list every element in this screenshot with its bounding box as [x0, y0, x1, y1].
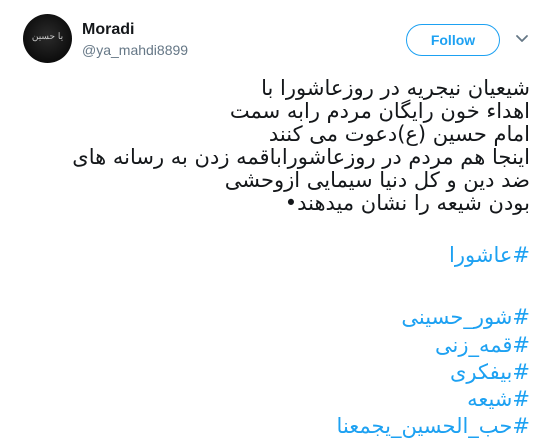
author-handle[interactable]: @ya_mahdi8899	[82, 42, 188, 58]
hashtag-link[interactable]: #حب_الحسین_یجمعنا	[337, 414, 530, 438]
tweet-line: اهداء خون رایگان مردم رابه سمت	[229, 99, 530, 123]
tweet-line: اینجا هم مردم در روزعاشورابا‌قمه زدن به …	[72, 145, 530, 169]
tweet-line: بودن شیعه را نشان میدهند•	[284, 191, 530, 215]
tweet-line: ضد دین و کل دنیا سیمایی ازوحشی	[224, 168, 530, 192]
hashtag-link[interactable]: #عاشورا	[449, 243, 530, 267]
avatar-text: یا حسین	[31, 32, 64, 42]
tweet-line: امام حسین (ع)دعوت می کنند	[268, 122, 530, 146]
chevron-down-icon[interactable]	[515, 34, 529, 44]
hashtag-link[interactable]: #بیفکری	[450, 360, 530, 384]
tweet-text: شیعیان نیجریه در روزعاشورا با اهداء خون …	[30, 77, 530, 215]
follow-button[interactable]: Follow	[406, 24, 500, 56]
avatar[interactable]: یا حسین	[23, 14, 72, 63]
tweet-line: شیعیان نیجریه در روزعاشورا با	[261, 76, 530, 100]
author-name[interactable]: Moradi	[82, 21, 134, 39]
hashtag-link[interactable]: #شیعه	[467, 387, 530, 411]
hashtag-link[interactable]: #قمه_زنی	[435, 333, 530, 357]
hashtag-link[interactable]: #شور_حسینی	[401, 305, 530, 329]
